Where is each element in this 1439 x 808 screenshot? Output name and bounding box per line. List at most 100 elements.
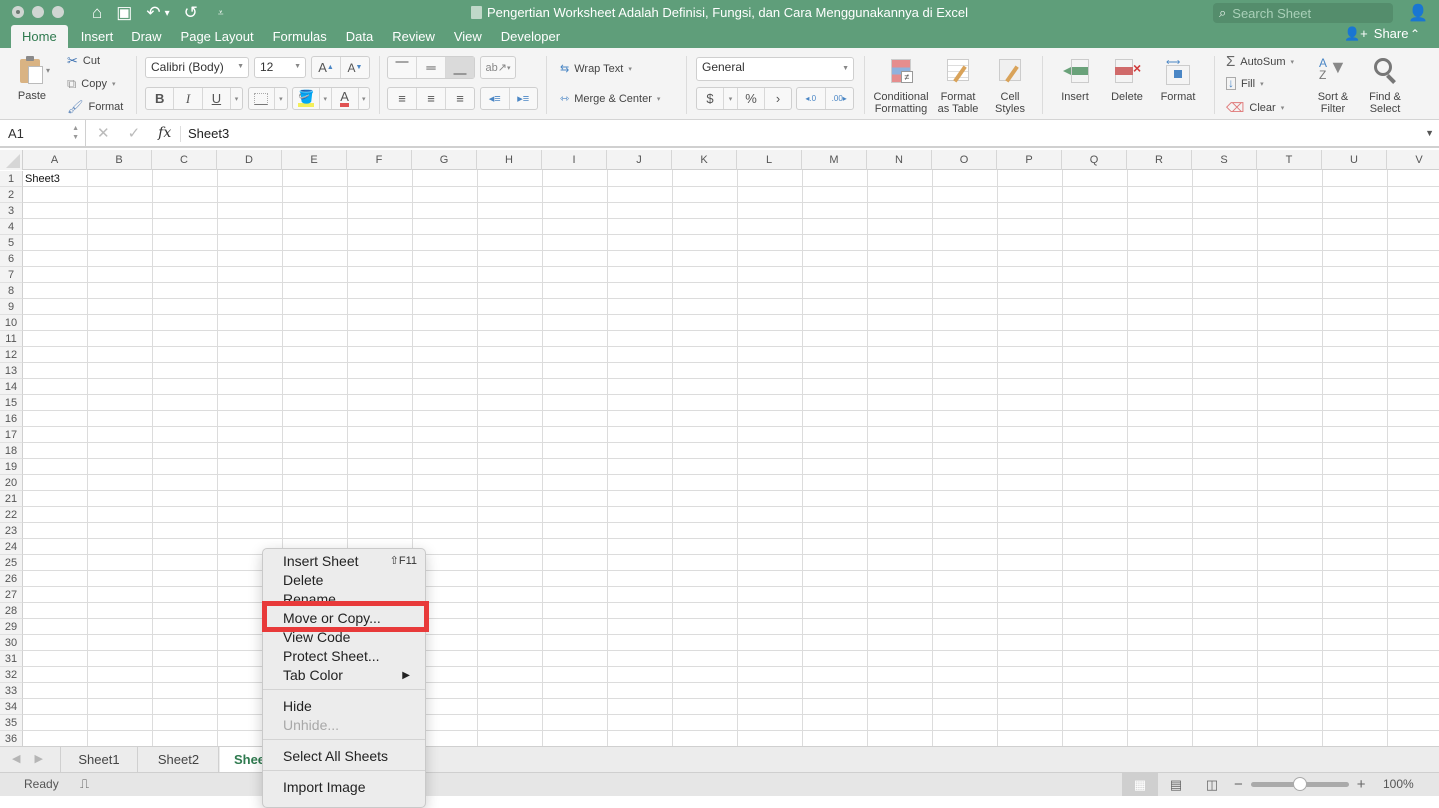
sheet-tab-1[interactable]: Sheet1	[60, 747, 138, 772]
currency-button[interactable]: $	[697, 88, 724, 109]
worksheet-grid[interactable]: ABCDEFGHIJKLMNOPQRSTUV Sheet3 1234567891…	[0, 150, 1439, 746]
formula-input[interactable]: Sheet3	[188, 126, 229, 141]
menu-item-select-all-sheets[interactable]: Select All Sheets	[283, 747, 417, 766]
record-macro-icon[interactable]: ⎍	[80, 776, 89, 792]
column-header-u[interactable]: U	[1322, 150, 1387, 170]
row-header-8[interactable]: 8	[0, 283, 23, 299]
profile-icon[interactable]: 👤	[1408, 3, 1428, 23]
row-header-11[interactable]: 11	[0, 331, 23, 347]
row-header-7[interactable]: 7	[0, 267, 23, 283]
column-header-i[interactable]: I	[542, 150, 607, 170]
column-header-b[interactable]: B	[87, 150, 152, 170]
column-header-r[interactable]: R	[1127, 150, 1192, 170]
row-header-16[interactable]: 16	[0, 411, 23, 427]
column-header-j[interactable]: J	[607, 150, 672, 170]
underline-button[interactable]: U	[203, 88, 232, 109]
row-header-33[interactable]: 33	[0, 683, 23, 699]
select-all-button[interactable]	[0, 150, 23, 170]
format-as-table-button[interactable]: Format as Table	[934, 57, 982, 115]
zoom-slider-handle[interactable]	[1292, 777, 1307, 791]
column-header-e[interactable]: E	[282, 150, 347, 170]
column-header-k[interactable]: K	[672, 150, 737, 170]
confirm-icon[interactable]: ✓	[128, 124, 141, 142]
row-header-34[interactable]: 34	[0, 699, 23, 715]
tab-insert[interactable]: Insert	[81, 25, 114, 48]
column-header-m[interactable]: M	[802, 150, 867, 170]
row-header-6[interactable]: 6	[0, 251, 23, 267]
menu-item-import-image[interactable]: Import Image	[283, 778, 417, 797]
cancel-icon[interactable]: ✕	[97, 124, 110, 142]
row-header-15[interactable]: 15	[0, 395, 23, 411]
italic-button[interactable]: I	[174, 88, 203, 109]
delete-cells-button[interactable]: × Delete	[1104, 57, 1150, 103]
font-color-dropdown-icon[interactable]: ▾	[359, 88, 369, 109]
column-header-f[interactable]: F	[347, 150, 412, 170]
comma-style-button[interactable]: ›	[765, 88, 791, 109]
font-color-button[interactable]: A	[332, 88, 359, 109]
row-header-20[interactable]: 20	[0, 475, 23, 491]
menu-item-delete[interactable]: Delete	[283, 571, 417, 590]
insert-function-icon[interactable]: fx	[158, 125, 171, 141]
row-header-5[interactable]: 5	[0, 235, 23, 251]
tab-page-layout[interactable]: Page Layout	[181, 25, 254, 48]
column-header-a[interactable]: A	[23, 150, 87, 170]
row-header-10[interactable]: 10	[0, 315, 23, 331]
zoom-out-icon[interactable]: −	[1234, 776, 1243, 793]
cell-styles-button[interactable]: Cell Styles	[988, 57, 1032, 115]
increase-indent-button[interactable]: ▸≡	[510, 88, 538, 109]
paste-button[interactable]: Paste	[14, 56, 50, 102]
column-header-c[interactable]: C	[152, 150, 217, 170]
row-header-22[interactable]: 22	[0, 507, 23, 523]
search-sheet-input[interactable]: ⌕ Search Sheet	[1213, 3, 1393, 23]
row-header-13[interactable]: 13	[0, 363, 23, 379]
name-box-spinner-icon[interactable]: ▲ ▼	[72, 124, 79, 142]
name-box[interactable]: A1 ▲ ▼	[0, 120, 86, 148]
row-header-9[interactable]: 9	[0, 299, 23, 315]
column-header-l[interactable]: L	[737, 150, 802, 170]
row-header-19[interactable]: 19	[0, 459, 23, 475]
borders-button[interactable]: ▾	[248, 87, 288, 110]
column-header-t[interactable]: T	[1257, 150, 1322, 170]
zoom-level[interactable]: 100%	[1383, 777, 1414, 791]
sort-filter-button[interactable]: A Z ▼ Sort & Filter	[1310, 57, 1356, 115]
clear-button[interactable]: ⌫ Clear ▾	[1226, 100, 1284, 116]
column-header-v[interactable]: V	[1387, 150, 1439, 170]
row-header-21[interactable]: 21	[0, 491, 23, 507]
percent-button[interactable]: %	[738, 88, 765, 109]
column-header-g[interactable]: G	[412, 150, 477, 170]
tab-developer[interactable]: Developer	[501, 25, 560, 48]
align-middle-button[interactable]: ═	[417, 57, 446, 78]
zoom-in-icon[interactable]: +	[1357, 776, 1366, 793]
bold-button[interactable]: B	[146, 88, 175, 109]
menu-item-move-or-copy[interactable]: Move or Copy...	[283, 609, 417, 628]
menu-item-view-code[interactable]: View Code	[283, 628, 417, 647]
number-format-select[interactable]: General ▼	[696, 57, 854, 81]
tab-home[interactable]: Home	[11, 25, 68, 48]
row-header-4[interactable]: 4	[0, 219, 23, 235]
normal-view-icon[interactable]: ▦	[1122, 773, 1158, 796]
row-header-1[interactable]: 1	[0, 171, 23, 187]
row-header-24[interactable]: 24	[0, 539, 23, 555]
sheet-tab-2[interactable]: Sheet2	[139, 747, 219, 772]
row-header-17[interactable]: 17	[0, 427, 23, 443]
row-header-18[interactable]: 18	[0, 443, 23, 459]
menu-item-hide[interactable]: Hide	[283, 697, 417, 716]
align-bottom-button[interactable]: ⎽	[446, 57, 474, 78]
menu-item-tab-color[interactable]: Tab Color ▶	[283, 666, 417, 685]
decrease-indent-button[interactable]: ◂≡	[481, 88, 510, 109]
row-header-2[interactable]: 2	[0, 187, 23, 203]
merge-center-button[interactable]: ⇿ Merge & Center ▾	[560, 92, 660, 106]
menu-item-rename[interactable]: Rename	[283, 590, 417, 609]
format-cells-button[interactable]: ⟷ Format	[1156, 57, 1200, 103]
row-header-28[interactable]: 28	[0, 603, 23, 619]
fill-button[interactable]: ↓ Fill ▾	[1226, 77, 1264, 90]
previous-sheet-icon[interactable]: ◀	[12, 752, 20, 765]
cut-button[interactable]: ✂ Cut	[67, 53, 100, 69]
column-header-o[interactable]: O	[932, 150, 997, 170]
copy-button[interactable]: ⧉ Copy ▾	[67, 76, 116, 92]
cell-a1[interactable]: Sheet3	[25, 171, 60, 187]
autosum-button[interactable]: Σ AutoSum ▾	[1226, 53, 1294, 70]
find-select-button[interactable]: Find & Select	[1364, 57, 1406, 115]
column-header-n[interactable]: N	[867, 150, 932, 170]
expand-formula-bar-icon[interactable]: ▼	[1425, 128, 1434, 138]
